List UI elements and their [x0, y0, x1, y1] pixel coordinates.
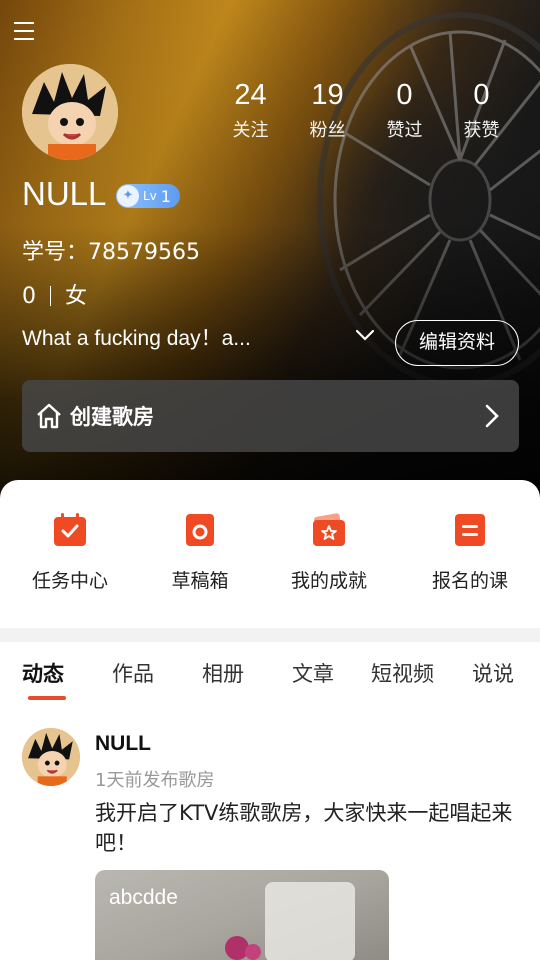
section-divider — [0, 628, 540, 642]
tab-album[interactable]: 相册 — [202, 658, 244, 688]
age: 0 — [22, 284, 36, 309]
divider — [50, 286, 51, 306]
shortcut-drafts[interactable]: 草稿箱 — [145, 512, 255, 593]
create-room-button[interactable]: 创建歌房 — [22, 380, 519, 452]
shortcut-label: 我的成就 — [290, 570, 367, 592]
edit-profile-button[interactable]: 编辑资料 — [395, 320, 519, 366]
profile-header: 24 关注 19 粉丝 0 赞过 0 获赞 NULL ✦ Lv 1 学号：785… — [0, 0, 540, 500]
stat-label: 获赞 — [463, 120, 500, 141]
shortcut-label: 任务中心 — [31, 570, 108, 592]
shortcut-label: 报名的课 — [431, 570, 508, 592]
calendar-check-icon — [54, 513, 86, 546]
gender: 女 — [65, 284, 88, 309]
level-star-icon: ✦ — [117, 185, 139, 207]
create-room-label: 创建歌房 — [70, 405, 154, 429]
stat-number: 0 — [473, 79, 490, 111]
course-icon — [455, 514, 485, 546]
shortcut-task-center[interactable]: 任务中心 — [15, 512, 125, 593]
profile-stats: 24 关注 19 粉丝 0 赞过 0 获赞 — [212, 78, 522, 142]
goku-avatar-icon — [22, 64, 118, 160]
shortcut-card: 任务中心 草稿箱 我的成就 报名的课 — [0, 480, 540, 628]
stat-number: 0 — [396, 79, 413, 111]
stat-number: 24 — [234, 79, 267, 111]
stat-label: 粉丝 — [309, 120, 346, 141]
tab-short-videos[interactable]: 短视频 — [371, 658, 434, 688]
room-card-title: abcdde — [109, 886, 178, 909]
feed: NULL 1天前发布歌房 我开启了KTV练歌歌房，大家快来一起唱起来吧！ abc… — [0, 702, 540, 960]
age-gender: 0女 — [22, 278, 87, 310]
profile-nickname: NULL — [22, 175, 107, 212]
shortcut-label: 草稿箱 — [171, 570, 229, 592]
post-author-avatar[interactable] — [22, 728, 80, 786]
home-icon — [37, 403, 61, 429]
menu-icon[interactable] — [14, 22, 38, 46]
tab-articles[interactable]: 文章 — [292, 658, 334, 688]
post-timestamp: 1天前发布歌房 — [95, 770, 215, 791]
avatar[interactable] — [22, 64, 118, 160]
level-badge[interactable]: ✦ Lv 1 — [116, 184, 180, 208]
stat-following[interactable]: 24 关注 — [212, 78, 289, 142]
content-tabs: 动态 作品 相册 文章 短视频 说说 — [0, 642, 540, 702]
bio: What a fucking day！a... — [22, 327, 251, 350]
post-room-card[interactable]: abcdde — [95, 870, 389, 960]
chevron-right-icon — [485, 404, 499, 428]
level-prefix: Lv — [143, 189, 157, 203]
goku-avatar-icon — [22, 728, 80, 786]
flower-image — [245, 944, 261, 960]
shortcut-enrolled-courses[interactable]: 报名的课 — [415, 512, 525, 593]
post-author-name[interactable]: NULL — [95, 732, 151, 756]
chevron-down-icon[interactable] — [352, 322, 378, 348]
stat-number: 19 — [311, 79, 344, 111]
draft-icon — [186, 514, 214, 546]
stat-label: 赞过 — [386, 120, 423, 141]
shortcut-achievements[interactable]: 我的成就 — [274, 512, 384, 593]
post-text: 我开启了KTV练歌歌房，大家快来一起唱起来吧！ — [95, 801, 513, 855]
stat-liked[interactable]: 0 赞过 — [366, 78, 443, 142]
stat-label: 关注 — [232, 120, 269, 141]
level-value: 1 — [160, 186, 171, 206]
active-tab-indicator — [28, 696, 66, 700]
tab-works[interactable]: 作品 — [112, 658, 154, 688]
achievement-icon — [313, 513, 345, 546]
tab-moments[interactable]: 动态 — [22, 658, 64, 688]
stat-likes-received[interactable]: 0 获赞 — [443, 78, 520, 142]
tab-posts[interactable]: 说说 — [472, 658, 514, 688]
stat-followers[interactable]: 19 粉丝 — [289, 78, 366, 142]
cup-image — [265, 882, 355, 960]
student-id: 学号：78579565 — [22, 240, 200, 265]
